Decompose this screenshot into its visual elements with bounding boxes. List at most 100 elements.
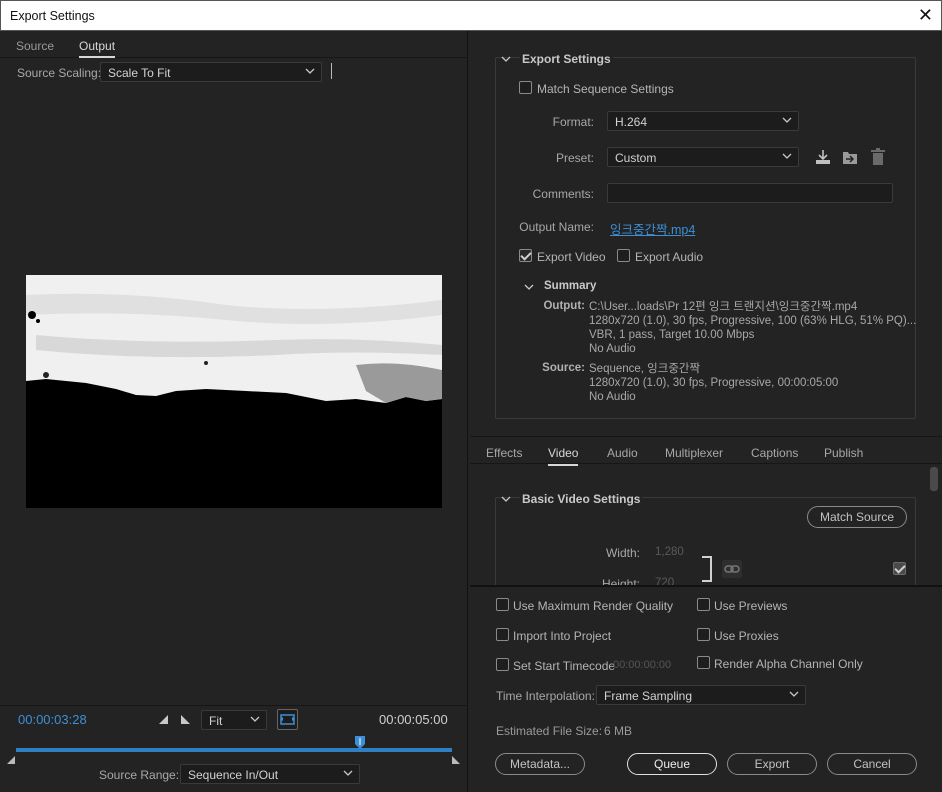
tab-captions[interactable]: Captions xyxy=(751,446,798,460)
in-point-marker[interactable] xyxy=(6,754,16,768)
video-preview xyxy=(26,275,442,508)
cancel-button[interactable]: Cancel xyxy=(827,753,917,775)
render-alpha-checkbox[interactable] xyxy=(697,656,710,669)
summary-source-lines: Sequence, 잉크중간짝 1280x720 (1.0), 30 fps, … xyxy=(589,362,889,404)
export-audio-checkbox[interactable] xyxy=(617,249,630,262)
preview-pane: Source Output Source Scaling: Scale To F… xyxy=(0,31,468,792)
match-sequence-checkbox[interactable] xyxy=(519,81,532,94)
source-range-label: Source Range: xyxy=(99,768,180,782)
export-audio-label: Export Audio xyxy=(635,250,704,264)
output-name-link[interactable]: 잉크중간짝.mp4 xyxy=(610,219,695,238)
summary-output-label: Output: xyxy=(543,300,585,312)
summary-output-line: C:\User...loads\Pr 12편 잉크 트랜지션\잉크중간짝.mp4 xyxy=(589,301,858,313)
settings-scrollbar[interactable] xyxy=(930,467,938,491)
summary-output-lines: C:\User...loads\Pr 12편 잉크 트랜지션\잉크중간짝.mp4… xyxy=(589,300,917,356)
out-point-marker[interactable] xyxy=(451,754,461,768)
file-size-value: 6 MB xyxy=(604,724,633,738)
preset-select[interactable]: Custom xyxy=(607,147,799,167)
export-video-label: Export Video xyxy=(537,250,606,264)
end-timecode: 00:00:05:00 xyxy=(379,712,448,727)
window-title: Export Settings xyxy=(10,9,95,23)
time-interpolation-select[interactable]: Frame Sampling xyxy=(596,685,806,705)
basic-video-header: Basic Video Settings xyxy=(520,492,643,506)
summary-output-line: VBR, 1 pass, Target 10.00 Mbps xyxy=(589,329,755,341)
source-scaling-label: Source Scaling: xyxy=(17,66,102,80)
import-into-project-label: Import Into Project xyxy=(513,629,612,643)
cursor-divider xyxy=(331,63,332,79)
use-previews-checkbox[interactable] xyxy=(697,598,710,611)
match-source-button[interactable]: Match Source xyxy=(807,506,907,528)
delete-preset-icon[interactable] xyxy=(869,148,887,166)
collapse-triangle-icon[interactable] xyxy=(501,493,511,503)
format-select[interactable]: H.264 xyxy=(607,111,799,131)
close-icon[interactable]: ✕ xyxy=(918,5,933,25)
export-video-checkbox[interactable] xyxy=(519,249,532,262)
link-icon[interactable] xyxy=(722,560,742,578)
metadata-button[interactable]: Metadata... xyxy=(495,753,585,775)
source-scaling-select[interactable]: Scale To Fit xyxy=(100,62,322,82)
start-timecode-value[interactable]: 00:00:00:00 xyxy=(613,659,671,671)
tab-multiplexer[interactable]: Multiplexer xyxy=(665,446,723,460)
collapse-triangle-icon[interactable] xyxy=(501,53,511,63)
zoom-value: Fit xyxy=(209,714,223,728)
export-options: Use Maximum Render Quality Use Previews … xyxy=(470,585,942,792)
preset-value: Custom xyxy=(615,151,657,165)
width-label: Width: xyxy=(605,546,640,560)
use-proxies-label: Use Proxies xyxy=(714,629,779,643)
chevron-down-icon xyxy=(305,65,315,77)
title-bar: Export Settings ✕ xyxy=(0,0,942,31)
use-proxies-checkbox[interactable] xyxy=(697,628,710,641)
source-range-value: Sequence In/Out xyxy=(188,768,279,782)
match-sequence-label: Match Sequence Settings xyxy=(537,82,674,96)
summary-output-line: 1280x720 (1.0), 30 fps, Progressive, 100… xyxy=(589,315,917,327)
format-label: Format: xyxy=(552,115,594,129)
timeline-scrubber[interactable] xyxy=(16,748,452,752)
aspect-toggle-icon[interactable] xyxy=(277,709,298,730)
height-value[interactable]: 720 xyxy=(655,577,674,585)
use-previews-label: Use Previews xyxy=(714,599,788,613)
import-into-project-checkbox[interactable] xyxy=(496,628,509,641)
export-button[interactable]: Export xyxy=(727,753,817,775)
file-size-label: Estimated File Size: xyxy=(496,724,603,738)
tab-video[interactable]: Video xyxy=(548,446,579,466)
tab-source[interactable]: Source xyxy=(16,39,54,53)
max-render-quality-label: Use Maximum Render Quality xyxy=(513,599,674,613)
source-range-select[interactable]: Sequence In/Out xyxy=(180,764,360,784)
set-start-timecode-checkbox[interactable] xyxy=(496,658,509,671)
summary-header: Summary xyxy=(544,280,597,292)
comments-input[interactable] xyxy=(607,183,893,203)
current-timecode[interactable]: 00:00:03:28 xyxy=(18,712,87,727)
chevron-down-icon xyxy=(782,114,792,126)
preset-label: Preset: xyxy=(555,151,594,165)
mark-in-icon[interactable] xyxy=(158,714,169,728)
queue-button[interactable]: Queue xyxy=(627,753,717,775)
render-alpha-label: Render Alpha Channel Only xyxy=(714,657,863,671)
settings-tabs: Effects Video Audio Multiplexer Captions… xyxy=(470,436,942,466)
tab-audio[interactable]: Audio xyxy=(607,446,638,460)
settings-pane: Export Settings Match Sequence Settings … xyxy=(470,31,942,792)
source-scaling-value: Scale To Fit xyxy=(108,66,171,80)
summary-source-label: Source: xyxy=(542,362,585,374)
output-name-label: Output Name: xyxy=(519,220,594,234)
tab-effects[interactable]: Effects xyxy=(486,446,522,460)
set-start-timecode-label: Set Start Timecode xyxy=(513,659,616,673)
summary-source-line: No Audio xyxy=(589,391,636,403)
import-preset-icon[interactable] xyxy=(841,148,859,166)
preview-tabs: Source Output xyxy=(0,31,468,58)
mark-out-icon[interactable] xyxy=(180,714,191,728)
video-settings-panel: Basic Video Settings Match Source Width:… xyxy=(470,465,942,585)
match-source-checkbox[interactable] xyxy=(893,562,906,575)
zoom-select[interactable]: Fit xyxy=(201,710,267,730)
playhead[interactable] xyxy=(354,735,366,754)
tab-output[interactable]: Output xyxy=(79,39,116,58)
chevron-down-icon xyxy=(343,767,353,779)
max-render-quality-checkbox[interactable] xyxy=(496,598,509,611)
summary-collapse-icon[interactable] xyxy=(524,281,534,291)
tab-publish[interactable]: Publish xyxy=(824,446,863,460)
width-value[interactable]: 1,280 xyxy=(655,546,684,558)
save-preset-icon[interactable] xyxy=(814,148,832,166)
timeline-controls: 00:00:03:28 Fit 00:00:05:00 Source Range… xyxy=(0,705,468,792)
comments-label: Comments: xyxy=(532,187,594,201)
chevron-down-icon xyxy=(789,688,799,700)
chevron-down-icon xyxy=(250,713,260,725)
